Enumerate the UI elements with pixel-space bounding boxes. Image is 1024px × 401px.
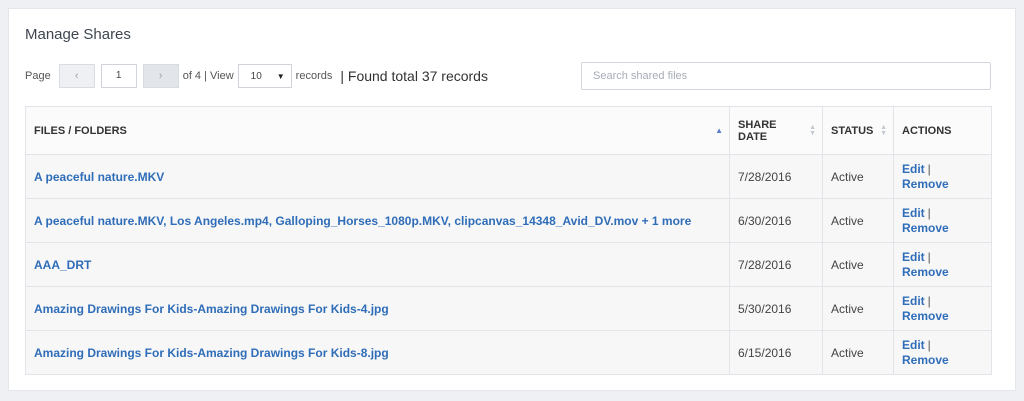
edit-link[interactable]: Edit bbox=[902, 250, 925, 264]
table-row: Amazing Drawings For Kids-Amazing Drawin… bbox=[25, 330, 992, 375]
remove-link[interactable]: Remove bbox=[902, 265, 949, 279]
records-per-page-value: 10 bbox=[250, 70, 262, 82]
remove-link[interactable]: Remove bbox=[902, 309, 949, 323]
status-text: Active bbox=[822, 242, 894, 287]
share-date: 7/28/2016 bbox=[729, 242, 823, 287]
column-header-status-label: STATUS bbox=[831, 124, 874, 137]
edit-link[interactable]: Edit bbox=[902, 338, 925, 352]
records-label: records bbox=[295, 70, 333, 82]
action-separator: | bbox=[927, 337, 931, 352]
column-header-files-label: FILES / FOLDERS bbox=[34, 124, 127, 137]
share-date: 7/28/2016 bbox=[729, 154, 823, 199]
caret-down-icon: ▼ bbox=[276, 71, 285, 81]
action-separator: | bbox=[927, 161, 931, 176]
column-header-status[interactable]: STATUS ▲ ▼ bbox=[822, 106, 894, 155]
action-separator: | bbox=[927, 293, 931, 308]
page-title: Manage Shares bbox=[25, 26, 131, 43]
edit-link[interactable]: Edit bbox=[902, 294, 925, 308]
remove-link[interactable]: Remove bbox=[902, 221, 949, 235]
actions-cell: Edit | Remove bbox=[893, 242, 992, 287]
table-row: AAA_DRT 7/28/2016 Active Edit | Remove bbox=[25, 242, 992, 287]
remove-link[interactable]: Remove bbox=[902, 177, 949, 191]
actions-cell: Edit | Remove bbox=[893, 154, 992, 199]
file-link[interactable]: Amazing Drawings For Kids-Amazing Drawin… bbox=[25, 286, 730, 331]
prev-page-button[interactable]: ‹ bbox=[58, 64, 95, 88]
records-per-page-select[interactable]: 10 ▼ bbox=[237, 64, 292, 88]
shares-table: FILES / FOLDERS ▲ SHARE DATE ▲ ▼ STATUS ▲… bbox=[25, 106, 992, 375]
share-date: 5/30/2016 bbox=[729, 286, 823, 331]
status-text: Active bbox=[822, 198, 894, 243]
file-link[interactable]: Amazing Drawings For Kids-Amazing Drawin… bbox=[25, 330, 730, 375]
sort-both-icon: ▲ ▼ bbox=[880, 123, 887, 137]
file-link[interactable]: AAA_DRT bbox=[25, 242, 730, 287]
next-page-button[interactable]: › bbox=[142, 64, 179, 88]
table-row: A peaceful nature.MKV, Los Angeles.mp4, … bbox=[25, 198, 992, 243]
found-total-text: | Found total 37 records bbox=[340, 68, 488, 84]
action-separator: | bbox=[927, 205, 931, 220]
sort-ascending-icon: ▲ bbox=[715, 125, 723, 135]
table-row: A peaceful nature.MKV 7/28/2016 Active E… bbox=[25, 154, 992, 199]
sort-both-icon: ▲ ▼ bbox=[809, 123, 816, 137]
column-header-files[interactable]: FILES / FOLDERS ▲ bbox=[25, 106, 730, 155]
actions-cell: Edit | Remove bbox=[893, 286, 992, 331]
column-header-share-date[interactable]: SHARE DATE ▲ ▼ bbox=[729, 106, 823, 155]
actions-cell: Edit | Remove bbox=[893, 198, 992, 243]
chevron-right-icon: › bbox=[158, 70, 163, 82]
status-text: Active bbox=[822, 154, 894, 199]
remove-link[interactable]: Remove bbox=[902, 353, 949, 367]
column-header-share-date-line1: SHARE bbox=[738, 118, 777, 131]
share-date: 6/30/2016 bbox=[729, 198, 823, 243]
pagination-bar: Page ‹ 1 › of 4 | View 10 ▼ records | Fo… bbox=[25, 63, 488, 89]
edit-link[interactable]: Edit bbox=[902, 206, 925, 220]
file-link[interactable]: A peaceful nature.MKV, Los Angeles.mp4, … bbox=[25, 198, 730, 243]
column-header-actions-label: ACTIONS bbox=[902, 124, 952, 137]
chevron-left-icon: ‹ bbox=[74, 70, 79, 82]
manage-shares-panel: Manage Shares Page ‹ 1 › of 4 | View 10 … bbox=[8, 8, 1016, 391]
page-number-input[interactable]: 1 bbox=[100, 64, 137, 88]
file-link[interactable]: A peaceful nature.MKV bbox=[25, 154, 730, 199]
status-text: Active bbox=[822, 330, 894, 375]
search-input[interactable]: Search shared files bbox=[581, 62, 991, 90]
column-header-actions: ACTIONS bbox=[893, 106, 992, 155]
actions-cell: Edit | Remove bbox=[893, 330, 992, 375]
column-header-share-date-line2: DATE bbox=[738, 130, 768, 143]
page-label: Page bbox=[25, 70, 51, 82]
status-text: Active bbox=[822, 286, 894, 331]
edit-link[interactable]: Edit bbox=[902, 162, 925, 176]
page-count-text: of 4 | View bbox=[182, 70, 234, 82]
table-row: Amazing Drawings For Kids-Amazing Drawin… bbox=[25, 286, 992, 331]
share-date: 6/15/2016 bbox=[729, 330, 823, 375]
action-separator: | bbox=[927, 249, 931, 264]
